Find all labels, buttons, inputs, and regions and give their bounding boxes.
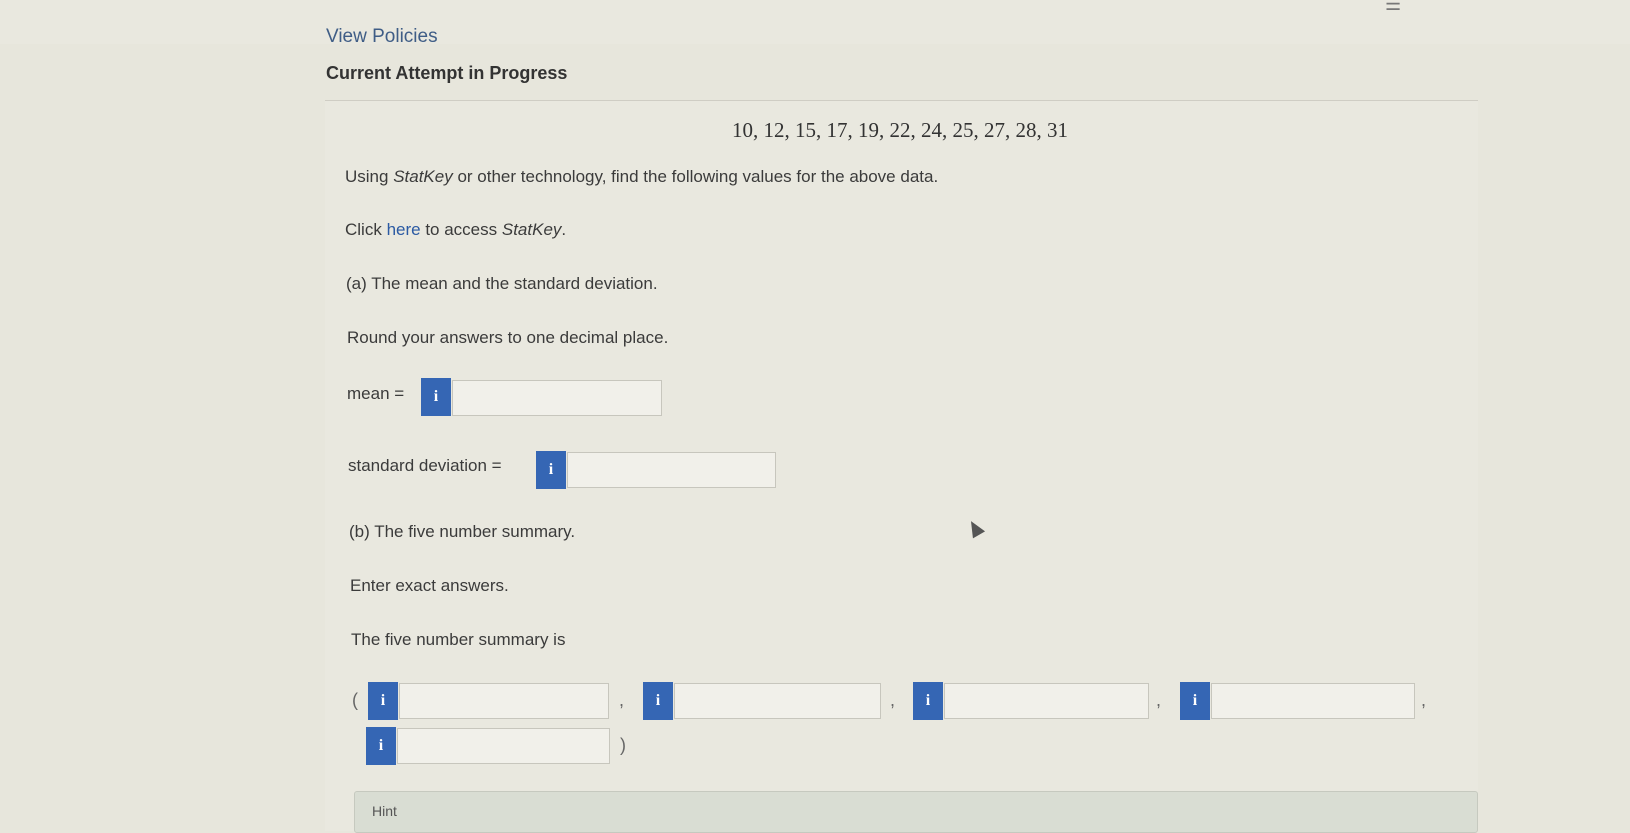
comma-separator: , xyxy=(619,690,625,710)
attempt-status: Current Attempt in Progress xyxy=(326,63,568,83)
comma-separator: , xyxy=(890,690,896,710)
hint-box[interactable] xyxy=(354,791,1478,833)
mean-label: mean = xyxy=(347,384,405,403)
info-icon[interactable]: i xyxy=(643,682,673,720)
sd-input[interactable] xyxy=(567,452,776,488)
comma-separator: , xyxy=(1421,690,1427,710)
five-num-median-input[interactable] xyxy=(944,683,1149,719)
info-icon[interactable]: i xyxy=(421,378,451,416)
click-suffix: to access xyxy=(420,220,502,239)
five-num-max-input[interactable] xyxy=(397,728,610,764)
statkey-here-link[interactable]: here xyxy=(387,220,421,239)
info-icon[interactable]: i xyxy=(913,682,943,720)
open-paren: ( xyxy=(352,690,358,710)
sd-label: standard deviation = xyxy=(348,456,502,475)
info-icon[interactable]: i xyxy=(1180,682,1210,720)
part-b-heading: (b) The five number summary. xyxy=(349,522,576,541)
top-icons: ☰ xyxy=(1355,0,1403,15)
statkey-name-2: StatKey xyxy=(501,220,562,239)
info-icon[interactable]: i xyxy=(368,682,398,720)
five-number-label: The five number summary is xyxy=(351,630,566,649)
click-prefix: Click xyxy=(345,220,387,239)
view-policies-link[interactable]: View Policies xyxy=(326,26,438,48)
five-num-q1-input[interactable] xyxy=(674,683,881,719)
five-num-min-input[interactable] xyxy=(399,683,609,719)
round-note: Round your answers to one decimal place. xyxy=(347,328,669,347)
part-a-heading: (a) The mean and the standard deviation. xyxy=(346,274,658,293)
mean-input[interactable] xyxy=(452,380,662,416)
info-icon[interactable]: i xyxy=(536,451,566,489)
list-icon[interactable]: ☰ xyxy=(1385,0,1403,14)
info-icon[interactable]: i xyxy=(366,727,396,765)
instruction-suffix: or other technology, find the following … xyxy=(452,167,939,186)
statkey-access-text: Click here to access StatKey. xyxy=(345,220,566,240)
close-paren: ) xyxy=(620,735,626,755)
five-num-q3-input[interactable] xyxy=(1211,683,1415,719)
instruction-text: Using StatKey or other technology, find … xyxy=(345,167,938,187)
hint-label: Hint xyxy=(372,803,397,819)
top-bar: ☰ xyxy=(0,0,1630,44)
statkey-name: StatKey xyxy=(393,167,453,186)
instruction-prefix: Using xyxy=(345,167,394,186)
click-end: . xyxy=(561,220,567,239)
exact-note: Enter exact answers. xyxy=(350,576,509,595)
comma-separator: , xyxy=(1156,690,1162,710)
data-values: 10, 12, 15, 17, 19, 22, 24, 25, 27, 28, … xyxy=(732,118,1068,142)
